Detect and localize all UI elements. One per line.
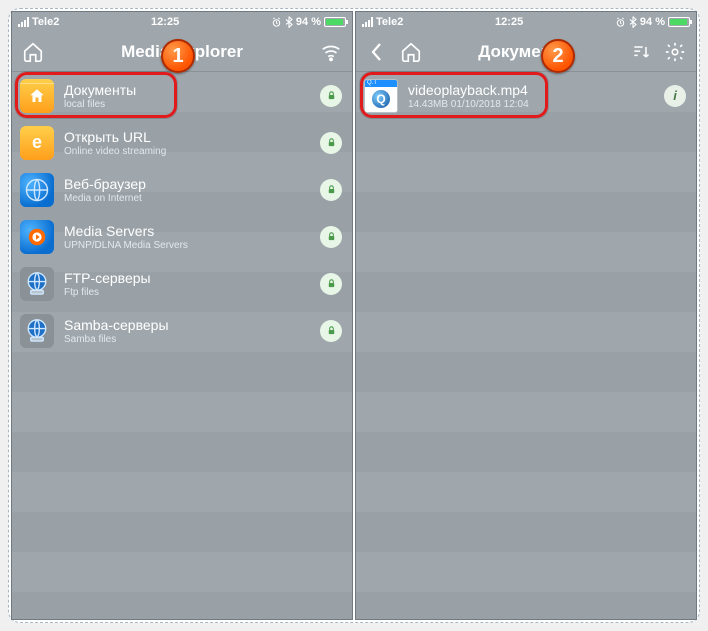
row-title: Samba-серверы <box>64 317 320 333</box>
status-bar: Tele2 12:25 94 % <box>12 12 352 32</box>
info-icon[interactable]: i <box>664 85 686 107</box>
globe-icon <box>20 173 54 207</box>
row-subtitle: Ftp files <box>64 287 320 298</box>
row-title: Открыть URL <box>64 129 320 145</box>
nav-bar-left: Media Explorer <box>12 32 352 72</box>
alarm-icon <box>615 17 626 28</box>
bluetooth-icon <box>629 16 637 28</box>
lock-icon <box>320 85 342 107</box>
qt-top-label: Q.T <box>365 80 397 87</box>
lock-icon <box>320 273 342 295</box>
back-icon[interactable] <box>366 41 388 63</box>
ftp-icon <box>20 267 54 301</box>
row-subtitle: local files <box>64 99 320 110</box>
folder-icon <box>20 79 54 113</box>
home-icon[interactable] <box>22 41 44 63</box>
battery-icon <box>324 17 346 27</box>
row-web-browser[interactable]: Веб-браузер Media on Internet <box>12 166 352 213</box>
battery-percent: 94 % <box>296 16 321 28</box>
status-right: 94 % <box>615 16 690 28</box>
bluetooth-icon <box>285 16 293 28</box>
samba-icon <box>20 314 54 348</box>
row-media-servers[interactable]: Media Servers UPNP/DLNA Media Servers <box>12 213 352 260</box>
two-phone-frame: Tele2 12:25 94 % Media Explorer <box>8 8 700 623</box>
row-documents[interactable]: Документы local files <box>12 72 352 119</box>
carrier-label: Tele2 <box>376 16 403 28</box>
lock-icon <box>320 132 342 154</box>
lock-icon <box>320 226 342 248</box>
row-title: Веб-браузер <box>64 176 320 192</box>
nav-bar-right: Документы <box>356 32 696 72</box>
row-samba-servers[interactable]: Samba-серверы Samba files <box>12 307 352 354</box>
wifi-icon[interactable] <box>320 41 342 63</box>
status-time: 12:25 <box>495 16 523 28</box>
status-left: Tele2 <box>18 16 59 28</box>
alarm-icon <box>271 17 282 28</box>
status-right: 94 % <box>271 16 346 28</box>
file-meta: 14.43MB 01/10/2018 12:04 <box>408 99 664 110</box>
row-ftp-servers[interactable]: FTP-серверы Ftp files <box>12 260 352 307</box>
left-content: Документы local files e Открыть URL Onli… <box>12 72 352 619</box>
status-time: 12:25 <box>151 16 179 28</box>
file-name: videoplayback.mp4 <box>408 82 664 98</box>
row-title: FTP-серверы <box>64 270 320 286</box>
lock-icon <box>320 320 342 342</box>
home-icon[interactable] <box>400 41 422 63</box>
signal-icon <box>18 17 29 27</box>
battery-percent: 94 % <box>640 16 665 28</box>
row-subtitle: Media on Internet <box>64 193 320 204</box>
row-subtitle: Online video streaming <box>64 146 320 157</box>
quicktime-file-icon: Q.T Q <box>364 79 398 113</box>
row-open-url[interactable]: e Открыть URL Online video streaming <box>12 119 352 166</box>
right-content: Q.T Q videoplayback.mp4 14.43MB 01/10/20… <box>356 72 696 619</box>
sort-icon[interactable] <box>630 41 652 63</box>
page-title: Media Explorer <box>82 42 282 62</box>
page-title: Документы <box>426 42 626 62</box>
status-left: Tele2 <box>362 16 403 28</box>
row-title: Media Servers <box>64 223 320 239</box>
gear-icon[interactable] <box>664 41 686 63</box>
phone-right: Tele2 12:25 94 % <box>355 11 697 620</box>
media-server-icon <box>20 220 54 254</box>
carrier-label: Tele2 <box>32 16 59 28</box>
row-title: Документы <box>64 82 320 98</box>
status-bar: Tele2 12:25 94 % <box>356 12 696 32</box>
file-row[interactable]: Q.T Q videoplayback.mp4 14.43MB 01/10/20… <box>356 72 696 119</box>
row-subtitle: Samba files <box>64 334 320 345</box>
phone-left: Tele2 12:25 94 % Media Explorer <box>11 11 353 620</box>
row-subtitle: UPNP/DLNA Media Servers <box>64 240 320 251</box>
battery-icon <box>668 17 690 27</box>
lock-icon <box>320 179 342 201</box>
signal-icon <box>362 17 373 27</box>
url-icon: e <box>20 126 54 160</box>
